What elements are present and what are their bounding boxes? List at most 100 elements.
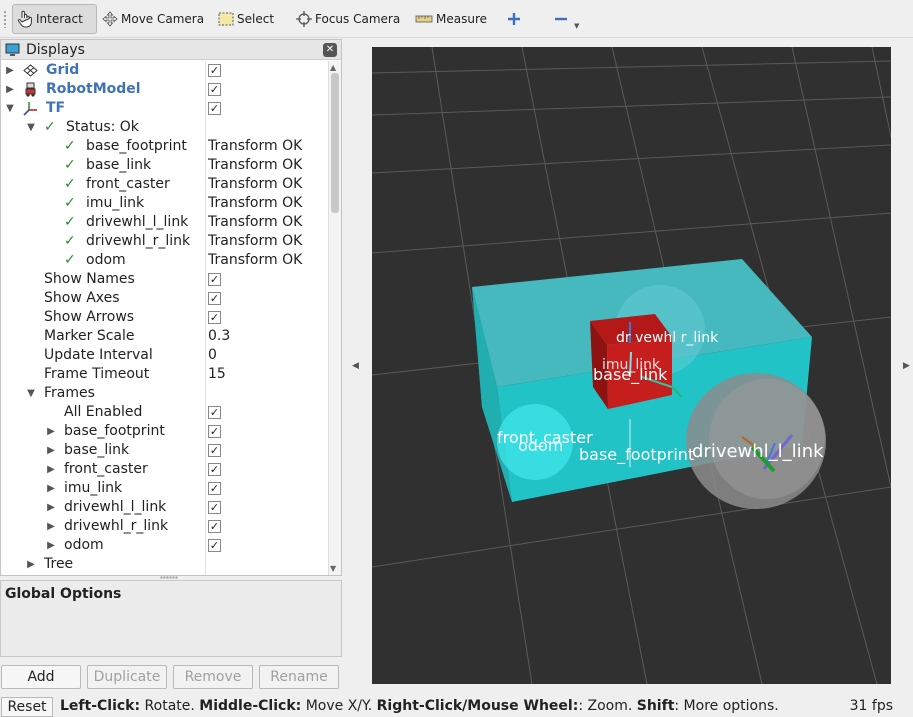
interact-label: Interact: [36, 12, 83, 26]
select-box-icon: [218, 12, 234, 26]
tree-item-label: base_link: [64, 442, 130, 458]
expand-arrow-icon[interactable]: ▶: [26, 555, 36, 574]
expand-arrow-icon[interactable]: ▶: [46, 422, 56, 441]
frame-checkbox[interactable]: ✓: [208, 501, 221, 514]
collapse-left-icon[interactable]: ◀: [352, 361, 359, 371]
property-marker-scale[interactable]: Marker Scale 0.3: [1, 327, 328, 346]
show-names-checkbox[interactable]: ✓: [208, 273, 221, 286]
scroll-down-icon[interactable]: ▼: [330, 564, 336, 573]
tree-item-label: drivewhl_r_link: [86, 233, 191, 249]
scrollbar-thumb[interactable]: [331, 73, 339, 213]
column-divider[interactable]: [205, 61, 206, 575]
scroll-up-icon[interactable]: ▲: [330, 63, 336, 72]
frame-checkbox[interactable]: ✓: [208, 425, 221, 438]
expand-arrow-icon[interactable]: ▶: [46, 498, 56, 517]
status-item-drivewhl-r-link[interactable]: ✓ drivewhl_r_link Transform OK: [1, 232, 328, 251]
property-show-names[interactable]: Show Names ✓: [1, 270, 328, 289]
status-item-odom[interactable]: ✓ odom Transform OK: [1, 251, 328, 270]
check-icon: ✓: [64, 176, 76, 192]
vertical-scrollbar[interactable]: ▲ ▼: [328, 61, 341, 575]
select-tool-button[interactable]: Select: [214, 4, 278, 34]
displays-header: Displays ✕: [1, 40, 341, 60]
measure-tool-button[interactable]: Measure: [411, 4, 491, 34]
tree-item-label: base_link: [86, 157, 152, 173]
status-value: Transform OK: [208, 176, 303, 192]
expand-arrow-icon[interactable]: ▶: [46, 441, 56, 460]
all-enabled-checkbox[interactable]: ✓: [208, 406, 221, 419]
expand-arrow-icon[interactable]: ▶: [5, 80, 15, 99]
show-axes-checkbox[interactable]: ✓: [208, 292, 221, 305]
expand-arrow-icon[interactable]: ▶: [46, 517, 56, 536]
frame-item-drivewhl-r-link[interactable]: ▶ drivewhl_r_link ✓: [1, 517, 328, 536]
collapse-arrow-icon[interactable]: ▼: [26, 118, 36, 137]
tree-item-label: Grid: [46, 62, 80, 78]
collapse-arrow-icon[interactable]: ▼: [26, 384, 36, 403]
property-frame-timeout[interactable]: Frame Timeout 15: [1, 365, 328, 384]
tree-item-tree[interactable]: ▶ Tree: [1, 555, 328, 574]
global-options-title: Global Options: [5, 586, 122, 602]
collapse-arrow-icon[interactable]: ▼: [5, 99, 15, 118]
show-arrows-checkbox[interactable]: ✓: [208, 311, 221, 324]
remove-button[interactable]: Remove: [173, 665, 253, 689]
expand-arrow-icon[interactable]: ▶: [46, 460, 56, 479]
interact-tool-button[interactable]: Interact: [12, 4, 97, 34]
rename-button[interactable]: Rename: [259, 665, 339, 689]
focus-camera-label: Focus Camera: [315, 12, 401, 26]
marker-scale-value[interactable]: 0.3: [208, 327, 230, 346]
tree-item-frames[interactable]: ▼ Frames: [1, 384, 328, 403]
tree-item-label: drivewhl_l_link: [64, 499, 167, 515]
property-update-interval[interactable]: Update Interval 0: [1, 346, 328, 365]
status-item-base-footprint[interactable]: ✓ base_footprint Transform OK: [1, 137, 328, 156]
frame-checkbox[interactable]: ✓: [208, 520, 221, 533]
close-icon[interactable]: ✕: [323, 43, 337, 57]
check-icon: ✓: [64, 233, 76, 249]
enabled-checkbox[interactable]: ✓: [208, 102, 221, 115]
duplicate-button[interactable]: Duplicate: [87, 665, 167, 689]
update-interval-value[interactable]: 0: [208, 346, 217, 365]
hint-shift-action: : More options.: [674, 698, 779, 714]
frame-item-base-link[interactable]: ▶ base_link ✓: [1, 441, 328, 460]
add-button[interactable]: Add: [1, 665, 81, 689]
frame-timeout-value[interactable]: 15: [208, 365, 226, 384]
frame-all-enabled[interactable]: All Enabled ✓: [1, 403, 328, 422]
tree-item-robotmodel[interactable]: ▶ RobotModel ✓: [1, 80, 328, 99]
tree-item-grid[interactable]: ▶ Grid ✓: [1, 61, 328, 80]
property-show-arrows[interactable]: Show Arrows ✓: [1, 308, 328, 327]
collapse-right-icon[interactable]: ▶: [903, 361, 910, 371]
reset-button[interactable]: Reset: [1, 697, 53, 717]
frame-item-base-footprint[interactable]: ▶ base_footprint ✓: [1, 422, 328, 441]
panel-splitter-handle[interactable]: [160, 576, 178, 579]
frame-item-drivewhl-l-link[interactable]: ▶ drivewhl_l_link ✓: [1, 498, 328, 517]
frame-checkbox[interactable]: ✓: [208, 482, 221, 495]
frame-item-imu-link[interactable]: ▶ imu_link ✓: [1, 479, 328, 498]
3d-render-view[interactable]: dr vewhl r_link imu_link base_link front…: [372, 47, 891, 684]
toolbar-grip[interactable]: [3, 10, 7, 28]
status-item-drivewhl-l-link[interactable]: ✓ drivewhl_l_link Transform OK: [1, 213, 328, 232]
status-item-imu-link[interactable]: ✓ imu_link Transform OK: [1, 194, 328, 213]
property-label: Update Interval: [44, 347, 153, 363]
minus-icon: [555, 17, 567, 21]
add-tool-button[interactable]: [502, 4, 529, 34]
expand-arrow-icon[interactable]: ▶: [46, 536, 56, 555]
frame-checkbox[interactable]: ✓: [208, 539, 221, 552]
tree-item-status[interactable]: ▼ ✓ Status: Ok: [1, 118, 328, 137]
property-show-axes[interactable]: Show Axes ✓: [1, 289, 328, 308]
enabled-checkbox[interactable]: ✓: [208, 83, 221, 96]
expand-arrow-icon[interactable]: ▶: [46, 479, 56, 498]
move-camera-tool-button[interactable]: Move Camera: [98, 4, 208, 34]
enabled-checkbox[interactable]: ✓: [208, 64, 221, 77]
expand-arrow-icon[interactable]: ▶: [5, 61, 15, 80]
fps-counter: 31 fps: [849, 698, 893, 714]
frame-item-odom[interactable]: ▶ odom ✓: [1, 536, 328, 555]
frame-checkbox[interactable]: ✓: [208, 463, 221, 476]
tree-item-label: Frames: [44, 385, 95, 401]
remove-tool-button[interactable]: ▼: [549, 4, 581, 34]
label-base-footprint: base_footprint: [579, 445, 695, 464]
frame-checkbox[interactable]: ✓: [208, 444, 221, 457]
status-item-base-link[interactable]: ✓ base_link Transform OK: [1, 156, 328, 175]
focus-camera-tool-button[interactable]: Focus Camera: [292, 4, 404, 34]
status-item-front-caster[interactable]: ✓ front_caster Transform OK: [1, 175, 328, 194]
tool-menu-chevron-down-icon[interactable]: ▼: [574, 22, 579, 30]
tree-item-tf[interactable]: ▼ TF ✓: [1, 99, 328, 118]
frame-item-front-caster[interactable]: ▶ front_caster ✓: [1, 460, 328, 479]
